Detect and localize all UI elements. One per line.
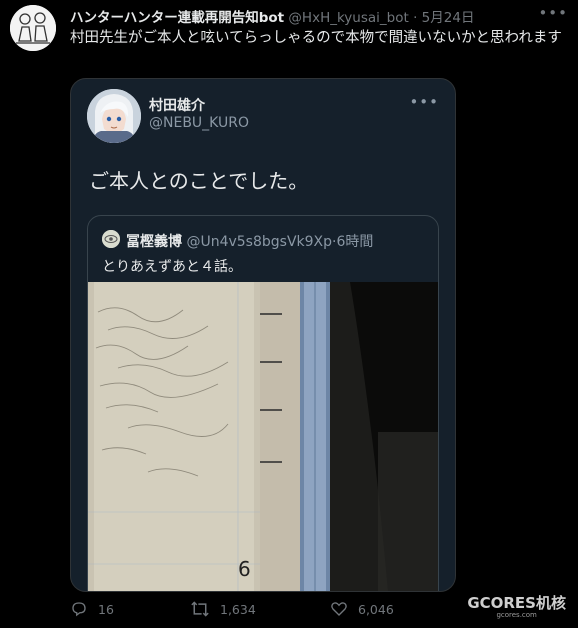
retweet-icon: [190, 600, 210, 618]
quoted-tweet[interactable]: 冨樫義博 @Un4v5s8bgsVk9Xp·6時間 とりあえずあと４話。 6: [87, 215, 439, 591]
reply-icon: [70, 600, 88, 618]
embedded-tweet-card[interactable]: 村田雄介 @NEBU_KURO ••• ご本人とのことでした。 冨樫義博 @Un…: [70, 78, 456, 592]
site-watermark: GCORES机核 gcores.com: [467, 592, 566, 619]
quoted-time[interactable]: 6時間: [336, 234, 373, 250]
quoted-header: 冨樫義博 @Un4v5s8bgsVk9Xp·6時間: [126, 231, 373, 251]
heart-icon: [330, 600, 348, 618]
retweet-button[interactable]: 1,634: [190, 600, 256, 618]
like-button[interactable]: 6,046: [330, 600, 394, 618]
reply-button[interactable]: 16: [70, 600, 114, 618]
embedded-tweet-text: ご本人とのことでした。: [89, 169, 309, 193]
tweet-text: 村田先生がご本人と呟いてらっしゃるので本物で間違いないかと思われます: [70, 30, 562, 46]
bot-avatar[interactable]: [10, 5, 56, 51]
embedded-author-avatar[interactable]: [87, 89, 141, 143]
tweet-date[interactable]: 5月24日: [422, 10, 475, 26]
like-count: 6,046: [358, 601, 394, 617]
quoted-author-avatar[interactable]: [102, 230, 120, 248]
author-handle[interactable]: @HxH_kyusai_bot: [288, 10, 408, 26]
quoted-author-name[interactable]: 冨樫義博: [126, 234, 182, 250]
embedded-author-handle[interactable]: @NEBU_KURO: [149, 115, 249, 131]
tweet-header: ハンターハンター連載再開告知bot @HxH_kyusai_bot · 5月24…: [70, 6, 570, 26]
quoted-author-handle[interactable]: @Un4v5s8bgsVk9Xp: [186, 234, 332, 250]
reply-count: 16: [98, 601, 114, 617]
quoted-tweet-photo[interactable]: 6: [88, 282, 438, 591]
embedded-more-options-icon[interactable]: •••: [409, 93, 439, 111]
author-name[interactable]: ハンターハンター連載再開告知bot: [70, 10, 284, 26]
watermark-site: gcores.com: [496, 611, 537, 619]
watermark-brand: GCORES机核: [467, 594, 566, 612]
quoted-tweet-text: とりあえずあと４話。: [102, 259, 242, 275]
retweet-count: 1,634: [220, 601, 256, 617]
embedded-author-name[interactable]: 村田雄介: [149, 95, 205, 115]
photo-page-number: 6: [238, 557, 251, 581]
separator: ·: [413, 10, 418, 26]
more-options-icon[interactable]: •••: [538, 4, 568, 22]
